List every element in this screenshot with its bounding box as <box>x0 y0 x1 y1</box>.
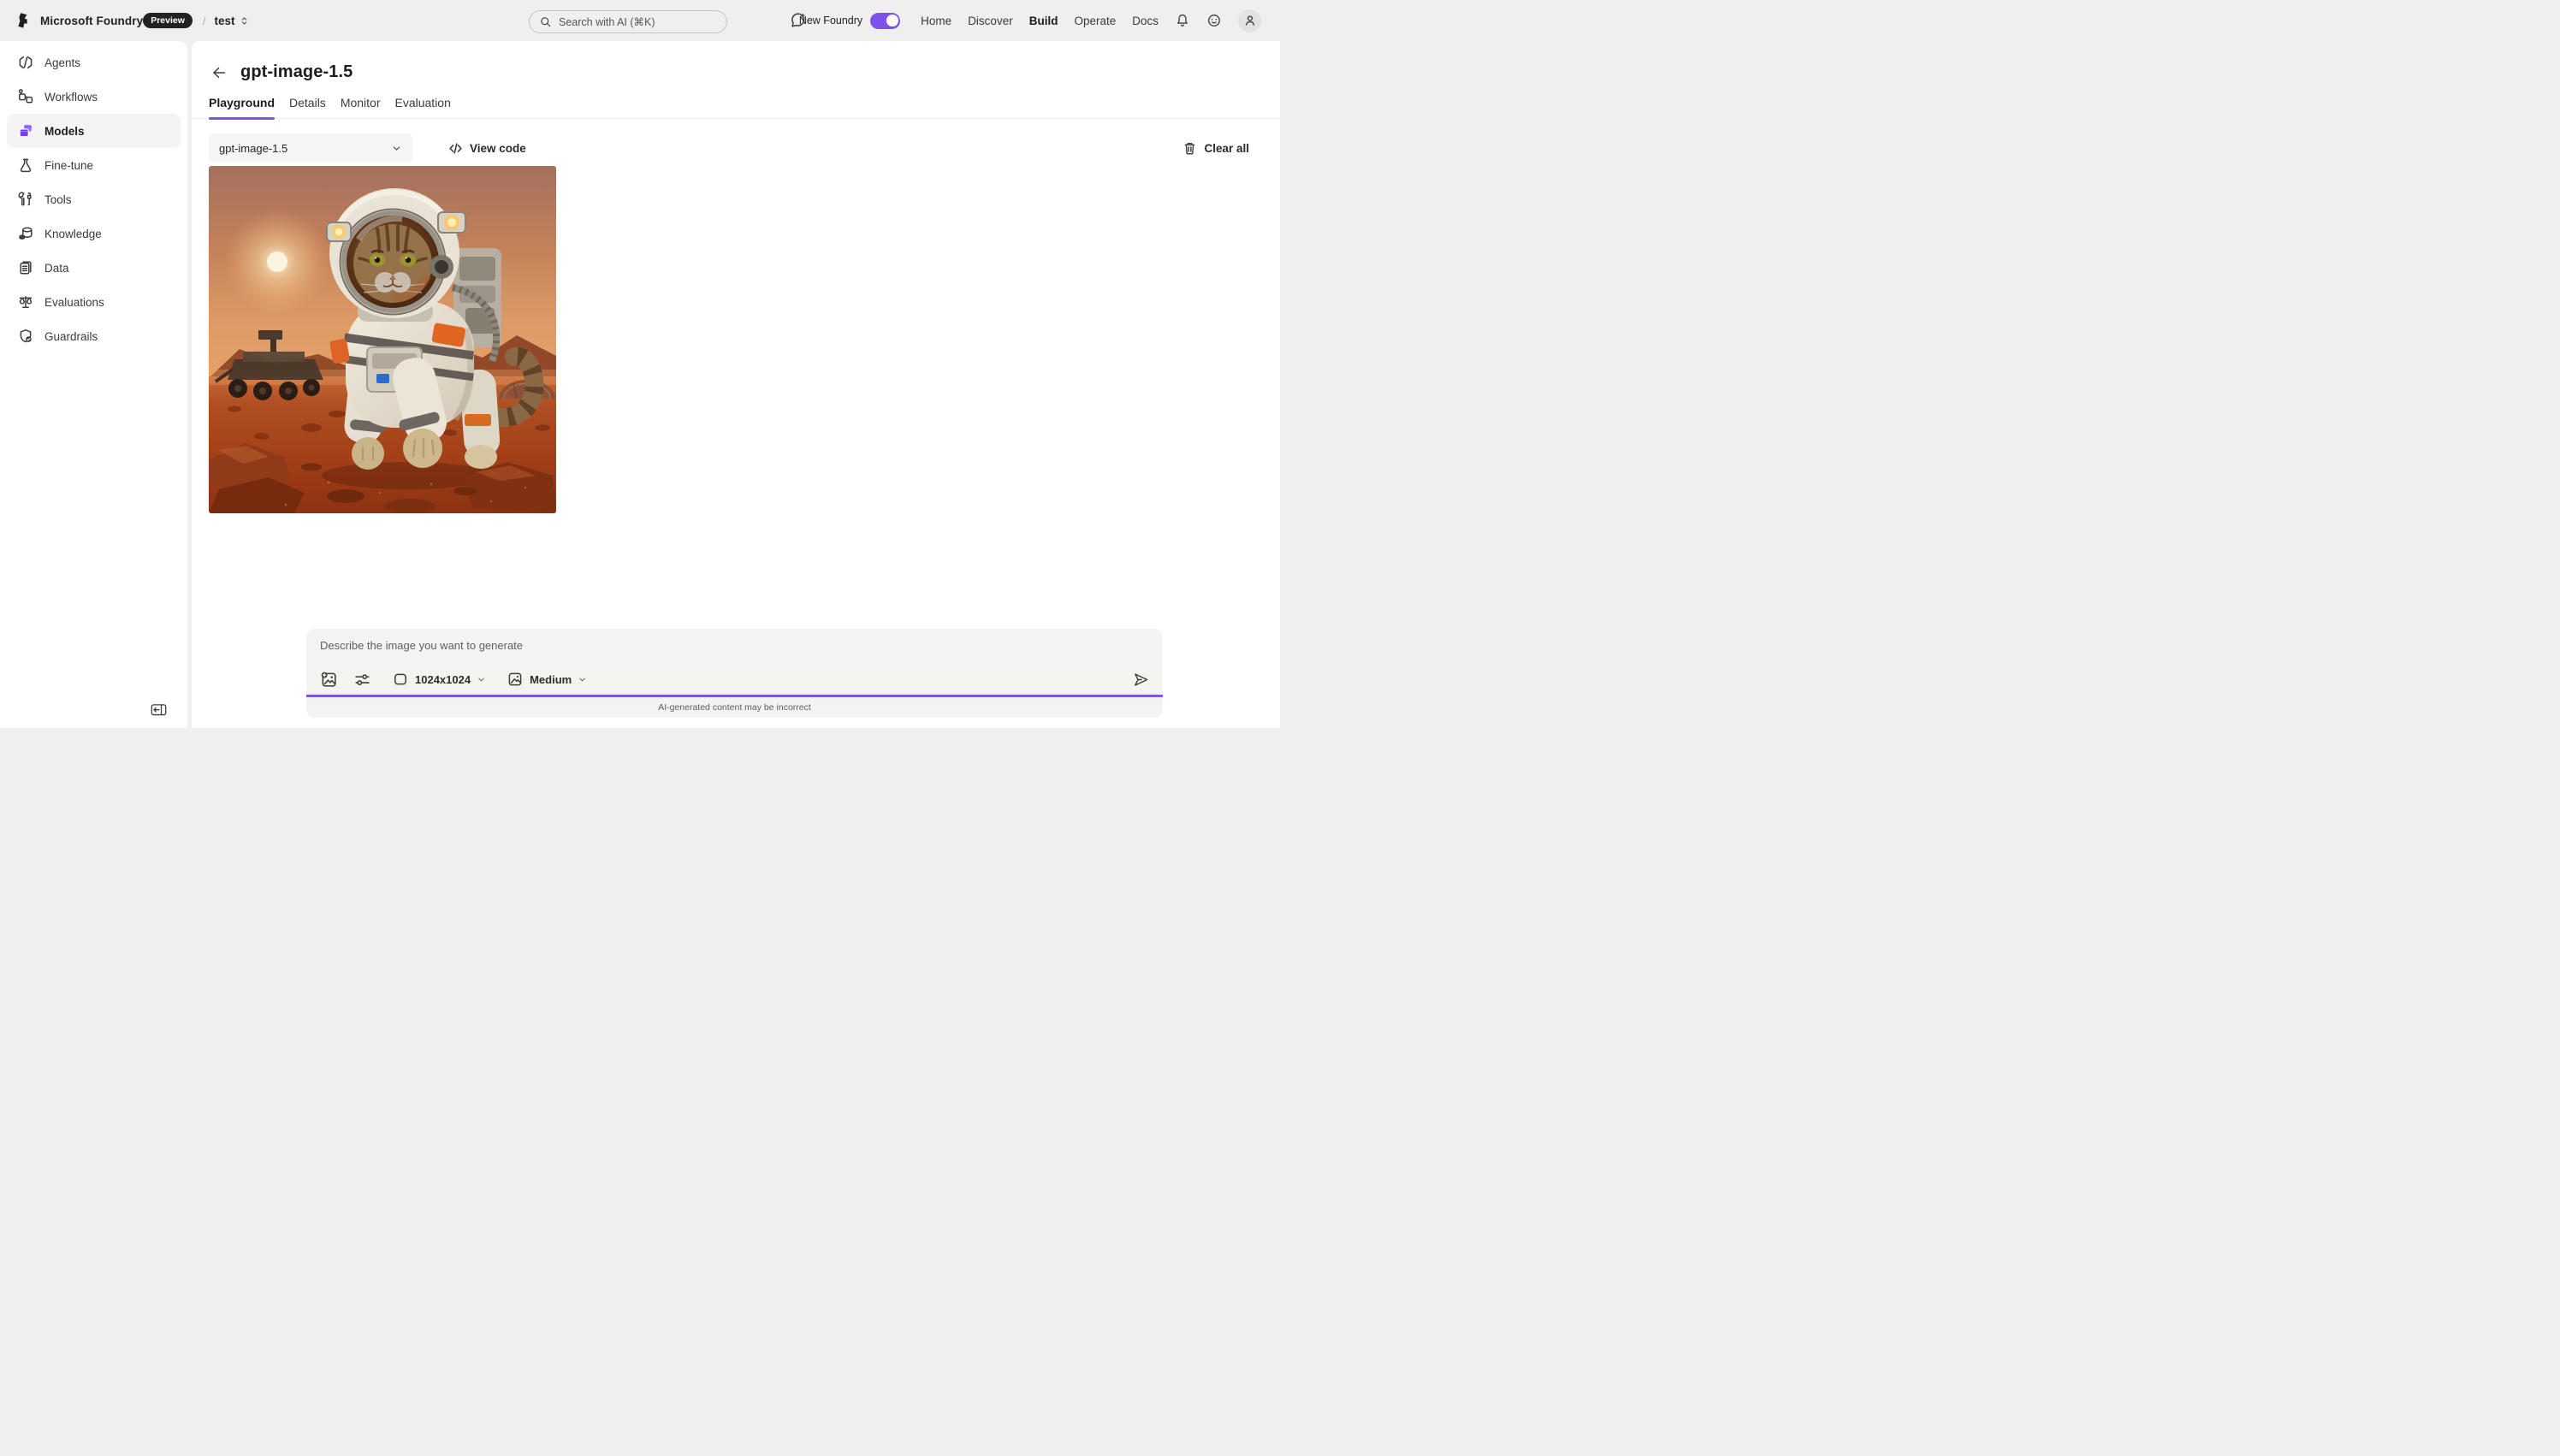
sidebar-item-label: Fine-tune <box>44 159 93 172</box>
add-image-icon[interactable] <box>320 671 338 689</box>
sidebar-item-data[interactable]: Data <box>7 251 181 285</box>
agents-icon <box>17 54 34 71</box>
sidebar-item-workflows[interactable]: Workflows <box>7 80 181 114</box>
model-selector-value: gpt-image-1.5 <box>219 142 287 155</box>
new-foundry-toggle-group: New Foundry <box>799 13 900 29</box>
sidebar-item-label: Guardrails <box>44 330 98 343</box>
model-selector-dropdown[interactable]: gpt-image-1.5 <box>209 133 412 163</box>
preview-badge: Preview <box>143 13 193 28</box>
fine-tune-flask-icon <box>17 157 34 174</box>
brand[interactable]: Microsoft Foundry <box>15 12 143 29</box>
prompt-composer: 1024x1024 Medium AI-generated content ma… <box>306 629 1163 718</box>
quality-dropdown[interactable]: Medium <box>507 671 587 688</box>
sidebar-item-tools[interactable]: Tools <box>7 182 181 216</box>
breadcrumb-project[interactable]: test <box>215 15 250 27</box>
prompt-input[interactable] <box>320 639 1124 665</box>
sidebar-item-guardrails[interactable]: Guardrails <box>7 319 181 353</box>
sidebar-item-agents[interactable]: Agents <box>7 45 181 80</box>
nav-build[interactable]: Build <box>1029 15 1058 27</box>
aspect-square-icon <box>392 671 409 688</box>
sidebar-item-label: Evaluations <box>44 296 104 309</box>
chevron-down-icon <box>477 675 486 684</box>
sidebar-item-label: Knowledge <box>44 228 102 240</box>
search-bar[interactable] <box>529 10 727 33</box>
nav-docs[interactable]: Docs <box>1132 15 1159 27</box>
image-size-dropdown[interactable]: 1024x1024 <box>392 671 486 688</box>
copilot-chat-icon[interactable] <box>789 11 808 30</box>
sidebar-item-evaluations[interactable]: Evaluations <box>7 285 181 319</box>
chevron-down-icon <box>578 675 587 684</box>
top-bar: Microsoft Foundry Preview / test New Fou… <box>0 0 1280 41</box>
new-foundry-toggle[interactable] <box>870 13 900 29</box>
composer-toolbar: 1024x1024 Medium <box>320 666 1150 692</box>
model-header: gpt-image-1.5 <box>192 41 1280 82</box>
new-foundry-label: New Foundry <box>799 15 862 27</box>
trash-icon <box>1182 141 1197 156</box>
account-avatar[interactable] <box>1238 9 1261 33</box>
sidebar-item-label: Agents <box>44 56 80 69</box>
tools-icon <box>17 191 34 208</box>
sidebar-item-label: Models <box>44 125 85 138</box>
workflows-icon <box>17 88 34 105</box>
tab-playground[interactable]: Playground <box>209 96 275 118</box>
send-icon[interactable] <box>1132 671 1150 689</box>
chevron-down-icon <box>391 143 402 154</box>
quality-value: Medium <box>530 673 572 686</box>
sidebar: Agents Workflows Models Fine-tune Tools … <box>0 41 187 728</box>
tab-monitor[interactable]: Monitor <box>341 96 381 118</box>
models-icon <box>17 122 34 139</box>
topbar-right: New Foundry Home Discover Build Operate … <box>799 9 1261 33</box>
main-content: gpt-image-1.5 Playground Details Monitor… <box>192 41 1280 728</box>
quality-image-icon <box>507 671 524 688</box>
back-arrow-icon[interactable] <box>210 64 228 81</box>
breadcrumb-separator: / <box>203 15 206 27</box>
sidebar-item-knowledge[interactable]: Knowledge <box>7 216 181 251</box>
data-document-icon <box>17 259 34 276</box>
sidebar-item-label: Data <box>44 262 69 275</box>
sidebar-item-label: Workflows <box>44 91 98 104</box>
evaluations-scale-icon <box>17 293 34 311</box>
search-icon <box>539 15 552 28</box>
nav-operate[interactable]: Operate <box>1074 15 1116 27</box>
sidebar-item-fine-tune[interactable]: Fine-tune <box>7 148 181 182</box>
image-size-value: 1024x1024 <box>415 673 471 686</box>
knowledge-database-icon <box>17 225 34 242</box>
guardrails-shield-icon <box>17 328 34 345</box>
sidebar-item-models[interactable]: Models <box>7 114 181 148</box>
settings-sliders-icon[interactable] <box>353 671 371 689</box>
code-icon <box>448 141 463 156</box>
tab-details[interactable]: Details <box>289 96 326 118</box>
ai-disclaimer: AI-generated content may be incorrect <box>306 702 1163 713</box>
chevron-updown-icon <box>239 15 250 27</box>
foundry-logo-icon <box>15 12 33 29</box>
tab-bar: Playground Details Monitor Evaluation <box>192 82 1280 119</box>
brand-name: Microsoft Foundry <box>40 15 143 27</box>
tab-evaluation[interactable]: Evaluation <box>395 96 451 118</box>
composer-accent-divider <box>306 695 1163 697</box>
notifications-bell-icon[interactable] <box>1175 13 1190 28</box>
generated-image[interactable] <box>209 166 556 513</box>
playground-controls: gpt-image-1.5 View code Clear all <box>192 119 1280 163</box>
clear-all-button[interactable]: Clear all <box>1182 141 1249 156</box>
sidebar-nav: Agents Workflows Models Fine-tune Tools … <box>0 41 187 358</box>
sidebar-item-label: Tools <box>44 193 72 206</box>
collapse-sidebar-icon[interactable] <box>151 701 167 718</box>
view-code-button[interactable]: View code <box>448 141 526 156</box>
page-title: gpt-image-1.5 <box>240 62 353 82</box>
nav-home[interactable]: Home <box>921 15 951 27</box>
feedback-smiley-icon[interactable] <box>1206 13 1222 28</box>
nav-discover[interactable]: Discover <box>968 15 1013 27</box>
search-input[interactable] <box>559 16 704 28</box>
